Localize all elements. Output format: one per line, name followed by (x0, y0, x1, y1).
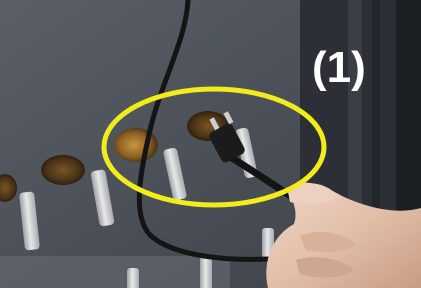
standoff-post (200, 256, 212, 288)
standoff-post (127, 268, 139, 288)
step-number-label: (1) (312, 43, 366, 92)
frame-bottom (0, 256, 230, 288)
mounting-hole (41, 155, 85, 185)
